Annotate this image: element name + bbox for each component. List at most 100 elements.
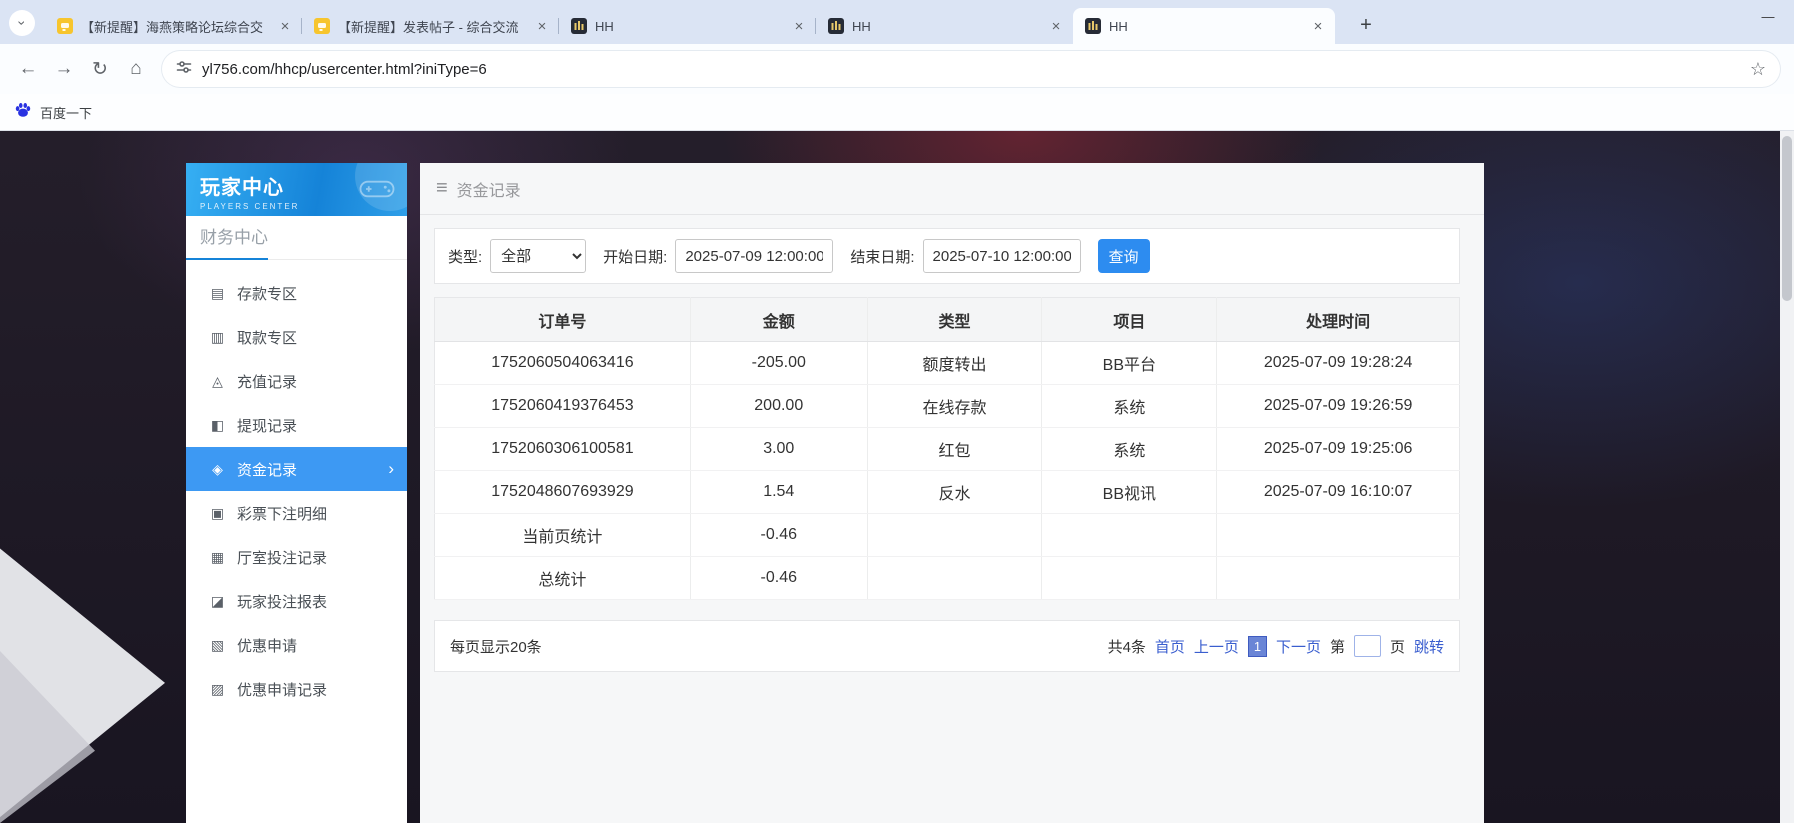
sidebar-item-label: 玩家投注报表	[237, 591, 327, 612]
col-order-number: 订单号	[435, 298, 691, 342]
page-header: ≡ 资金记录	[420, 163, 1484, 215]
tab-search-button[interactable]: ›	[9, 10, 35, 36]
col-process-time: 处理时间	[1217, 298, 1460, 342]
tab-close-icon[interactable]: ×	[1047, 17, 1065, 35]
browser-tab-hh-1[interactable]: HH ×	[559, 8, 816, 44]
cell-project: 系统	[1042, 385, 1217, 428]
prev-page-link[interactable]: 上一页	[1194, 636, 1239, 657]
sidebar-item-hall-bet-records[interactable]: ▦ 厅室投注记录	[186, 535, 407, 579]
page-background: 玩家中心 PLAYERS CENTER 财务中心 ▤ 存款专区 ▥ 取款专区 ◬…	[0, 131, 1794, 823]
scrollbar-thumb[interactable]	[1782, 136, 1792, 301]
tab-close-icon[interactable]: ×	[790, 17, 808, 35]
sidebar-item-promo-apply-records[interactable]: ▨ 优惠申请记录	[186, 667, 407, 711]
cell-type: 额度转出	[867, 342, 1042, 385]
end-date-label: 结束日期:	[850, 246, 914, 267]
minimize-button[interactable]: —	[1750, 2, 1786, 30]
cell-process-time: 2025-07-09 16:10:07	[1217, 471, 1460, 514]
table-row: 1752060306100581 3.00 红包 系统 2025-07-09 1…	[435, 428, 1460, 471]
address-bar[interactable]: yl756.com/hhcp/usercenter.html?iniType=6…	[162, 51, 1780, 87]
cell-empty	[1217, 557, 1460, 600]
browser-tab-hh-2[interactable]: HH ×	[816, 8, 1073, 44]
cell-project: BB平台	[1042, 342, 1217, 385]
sidebar-header: 玩家中心 PLAYERS CENTER	[186, 163, 407, 216]
cell-amount: 3.00	[690, 428, 867, 471]
jump-page-input[interactable]	[1354, 635, 1381, 657]
tab-close-icon[interactable]: ×	[1309, 17, 1327, 35]
sidebar-item-lottery-bet-detail[interactable]: ▣ 彩票下注明细	[186, 491, 407, 535]
promo-apply-icon: ▧	[209, 637, 226, 654]
page-title: 资金记录	[457, 177, 521, 201]
url-text[interactable]: yl756.com/hhcp/usercenter.html?iniType=6	[202, 61, 1750, 78]
search-button[interactable]: 查询	[1098, 239, 1150, 273]
sidebar-item-label: 取款专区	[237, 327, 297, 348]
gamepad-icon	[355, 178, 399, 205]
bookmark-star-icon[interactable]: ☆	[1750, 59, 1766, 80]
current-page-indicator[interactable]: 1	[1248, 636, 1267, 657]
sidebar-item-withdraw-zone[interactable]: ▥ 取款专区	[186, 315, 407, 359]
sidebar-item-label: 优惠申请记录	[237, 679, 327, 700]
browser-tab-forum-2[interactable]: 【新提醒】发表帖子 - 综合交流 ×	[302, 8, 559, 44]
browser-tab-forum-1[interactable]: 【新提醒】海燕策略论坛综合交 ×	[45, 8, 302, 44]
cell-process-time: 2025-07-09 19:28:24	[1217, 342, 1460, 385]
site-info-icon[interactable]	[176, 59, 192, 80]
type-select[interactable]: 全部	[490, 239, 586, 273]
per-page-label: 每页显示20条	[450, 636, 542, 657]
bet-report-icon: ◪	[209, 593, 226, 610]
table-row: 1752060504063416 -205.00 额度转出 BB平台 2025-…	[435, 342, 1460, 385]
forum-favicon	[314, 18, 330, 34]
pagination-controls: 共4条 首页 上一页 1 下一页 第 页 跳转	[1108, 635, 1444, 657]
cell-order-number: 1752060419376453	[435, 385, 691, 428]
table-header-row: 订单号 金额 类型 项目 处理时间	[435, 298, 1460, 342]
sidebar-item-recharge-records[interactable]: ◬ 充值记录	[186, 359, 407, 403]
sidebar-item-label: 提现记录	[237, 415, 297, 436]
tab-close-icon[interactable]: ×	[276, 17, 294, 35]
browser-tab-hh-active[interactable]: HH ×	[1073, 8, 1335, 44]
table-row-total-stats: 总统计 -0.46	[435, 557, 1460, 600]
sidebar-item-player-bet-report[interactable]: ◪ 玩家投注报表	[186, 579, 407, 623]
type-label: 类型:	[448, 246, 482, 267]
reload-button[interactable]: ↻	[82, 51, 118, 87]
sidebar-item-fund-records[interactable]: ◈ 资金记录 ›	[186, 447, 407, 491]
sidebar-item-withdrawal-records[interactable]: ◧ 提现记录	[186, 403, 407, 447]
forum-favicon	[57, 18, 73, 34]
pagination-bar: 每页显示20条 共4条 首页 上一页 1 下一页 第 页 跳转	[434, 620, 1460, 672]
col-project: 项目	[1042, 298, 1217, 342]
forward-button[interactable]: →	[46, 51, 82, 87]
col-type: 类型	[867, 298, 1042, 342]
cell-empty	[867, 514, 1042, 557]
cell-order-number: 1752048607693929	[435, 471, 691, 514]
next-page-link[interactable]: 下一页	[1276, 636, 1321, 657]
end-date-input[interactable]	[923, 239, 1081, 273]
recharge-icon: ◬	[209, 373, 226, 390]
cell-amount: -0.46	[690, 557, 867, 600]
tab-title: 【新提醒】发表帖子 - 综合交流	[338, 17, 527, 36]
fund-record-icon: ◈	[209, 461, 226, 478]
page-scrollbar[interactable]	[1780, 131, 1794, 823]
hh-favicon	[1085, 18, 1101, 34]
tab-title: HH	[852, 19, 1041, 34]
sidebar-item-promo-apply[interactable]: ▧ 优惠申请	[186, 623, 407, 667]
screen: › 【新提醒】海燕策略论坛综合交 × 【新提醒】发表帖子 - 综合交流 × HH…	[0, 0, 1794, 823]
baidu-favicon	[14, 101, 32, 124]
cell-empty	[1042, 557, 1217, 600]
new-tab-button[interactable]: +	[1352, 11, 1380, 39]
tab-close-icon[interactable]: ×	[533, 17, 551, 35]
jump-button[interactable]: 跳转	[1414, 636, 1444, 657]
cell-order-number: 1752060306100581	[435, 428, 691, 471]
table-row-page-stats: 当前页统计 -0.46	[435, 514, 1460, 557]
back-button[interactable]: ←	[10, 51, 46, 87]
cell-stat-label: 总统计	[435, 557, 691, 600]
sidebar-section-finance: 财务中心	[186, 216, 407, 260]
start-date-input[interactable]	[675, 239, 833, 273]
tab-title: 【新提醒】海燕策略论坛综合交	[81, 17, 270, 36]
sidebar-item-deposit-zone[interactable]: ▤ 存款专区	[186, 271, 407, 315]
sidebar-item-label: 厅室投注记录	[237, 547, 327, 568]
home-button[interactable]: ⌂	[118, 51, 154, 87]
first-page-link[interactable]: 首页	[1155, 636, 1185, 657]
cell-type: 反水	[867, 471, 1042, 514]
bookmark-item-baidu[interactable]: 百度一下	[40, 103, 92, 122]
tab-title: HH	[595, 19, 784, 34]
tab-title: HH	[1109, 19, 1303, 34]
sidebar-item-label: 彩票下注明细	[237, 503, 327, 524]
deposit-icon: ▤	[209, 285, 226, 302]
